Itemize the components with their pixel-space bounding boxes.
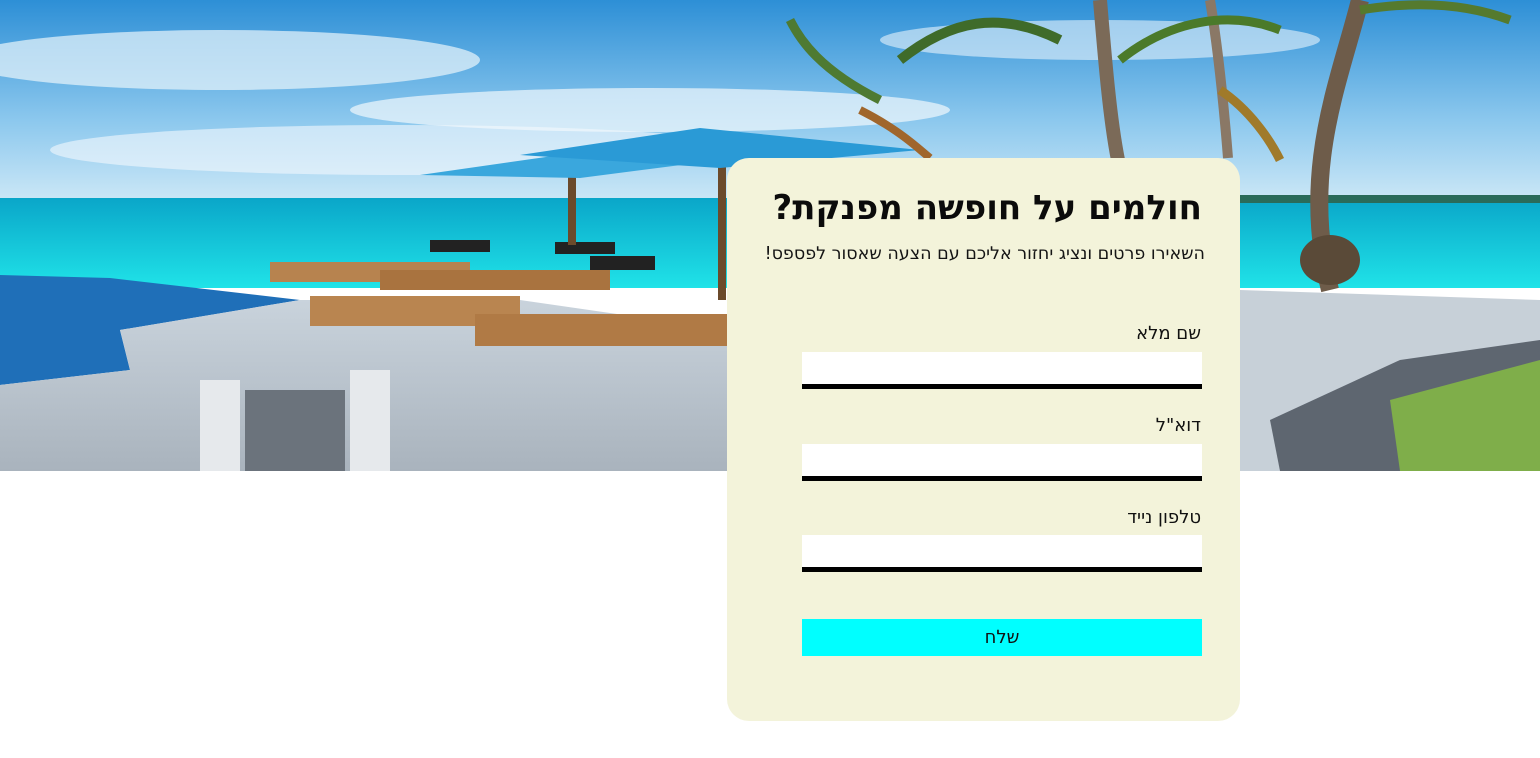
mobile-phone-input[interactable] bbox=[802, 535, 1202, 572]
mobile-phone-label: טלפון נייד bbox=[1127, 507, 1201, 528]
email-input[interactable] bbox=[802, 444, 1202, 481]
submit-button[interactable]: שלח bbox=[802, 619, 1202, 656]
full-name-label: שם מלא bbox=[1136, 323, 1201, 344]
full-name-input[interactable] bbox=[802, 352, 1202, 389]
email-label: דוא"ל bbox=[1155, 415, 1201, 436]
form-subtitle: השאירו פרטים ונציג יחזור אליכם עם הצעה ש… bbox=[764, 244, 1205, 264]
contact-form-card: חולמים על חופשה מפנקת? השאירו פרטים ונצי… bbox=[727, 158, 1240, 721]
form-title: חולמים על חופשה מפנקת? bbox=[772, 188, 1203, 228]
